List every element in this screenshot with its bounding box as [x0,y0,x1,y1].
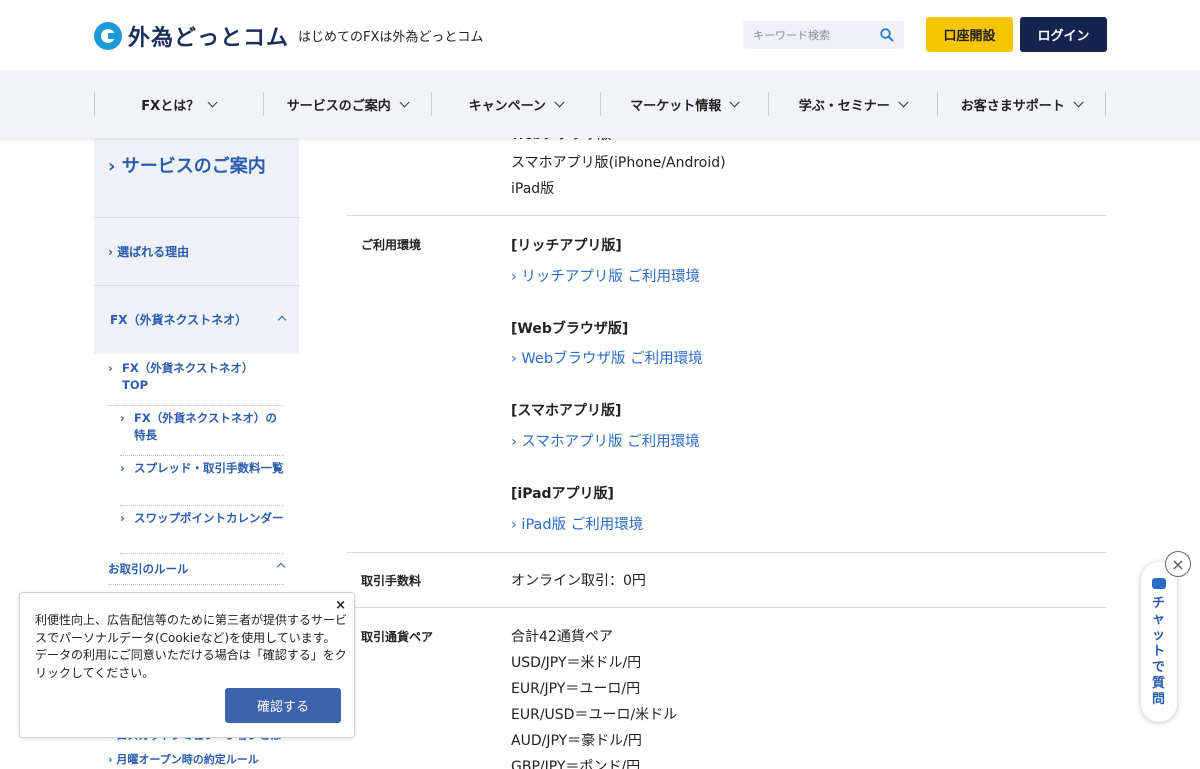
env-link-label: iPad版 ご利用環境 [521,517,644,533]
search-box [743,21,904,49]
nav-item-label: 学ぶ・セミナー [798,98,890,114]
chevron-right-icon: › [120,461,125,475]
nav-item-learn[interactable]: 学ぶ・セミナー [768,92,937,116]
sidebar-subitem-label: お取引のルール [108,562,189,576]
sidebar-subitem-label: FX（外貨ネクストネオ）TOP [122,361,254,392]
search-input[interactable] [743,21,873,49]
chat-widget[interactable]: チャットで質問 [1141,562,1177,722]
pair-item: AUD/JPY＝豪ドル/円 [511,733,642,749]
cookie-consent-dialog: × 利便性向上、広告配信等のために第三者が提供するサービスでパーソナルデータ(C… [19,592,355,738]
row-divider [347,215,1106,216]
nav-item-market[interactable]: マーケット情報 [599,92,769,116]
env-heading: [Webブラウザ版] [511,321,629,337]
fee-value: オンライン取引：0円 [511,573,646,589]
pair-item: 合計42通貨ペア [511,629,613,645]
env-link-ipad[interactable]: › iPad版 ご利用環境 [511,513,643,534]
nav-item-campaign[interactable]: キャンペーン [431,92,600,116]
chat-label: チャットで質問 [1152,596,1166,707]
sidebar-subitem-swap[interactable]: › スワップポイントカレンダー [120,510,284,554]
chevron-right-icon: › [511,517,517,533]
chevron-right-icon: › [108,245,113,259]
chevron-right-icon: › [108,156,116,177]
chat-bubble-icon [1152,578,1166,589]
nav-item-fx[interactable]: FXとは？ [94,92,263,116]
platform-item: iPad版 [511,181,555,197]
row-divider [347,607,1106,608]
sidebar-subitem-features[interactable]: › FX（外貨ネクストネオ）の特長 [120,410,284,456]
site-tagline: はじめてのFXは外為どっとコム [298,30,484,45]
nav-item-label: FXとは？ [141,98,200,114]
env-link-rich-app[interactable]: › リッチアプリ版 ご利用環境 [511,265,700,286]
pair-item: GBP/JPY＝ポンド/円 [511,759,641,769]
chevron-right-icon: › [511,434,517,450]
login-button[interactable]: ログイン [1020,17,1107,52]
chevron-right-icon: › [108,361,113,375]
sidebar-subitem-rules[interactable]: お取引のルール [108,561,286,585]
global-nav: FXとは？ サービスのご案内 キャンペーン マーケット情報 学ぶ・セミナー お客… [0,70,1200,138]
sidebar-item-fx[interactable]: FX（外貨ネクストネオ） [94,286,299,354]
nav-item-label: キャンペーン [468,98,546,114]
pair-item: EUR/USD＝ユーロ/米ドル [511,707,678,723]
chevron-right-icon: › [511,269,517,285]
close-icon[interactable]: × [1165,551,1191,577]
chevron-down-icon [554,97,565,107]
sidebar-title: サービスのご案内 [121,156,266,177]
nav-item-services[interactable]: サービスのご案内 [262,92,432,116]
row-divider [347,552,1106,553]
sidebar-subitem-monday[interactable]: › 月曜オープン時の約定ルール [108,751,259,767]
sidebar-subitem-label: FX（外貨ネクストネオ）の特長 [134,411,277,442]
env-heading: [スマホアプリ版] [511,403,622,419]
sidebar-item-label: FX（外貨ネクストネオ） [110,313,248,327]
chevron-right-icon: › [120,511,125,525]
nav-item-label: お客さまサポート [960,98,1065,114]
env-link-label: リッチアプリ版 ご利用環境 [521,269,701,285]
open-account-button[interactable]: 口座開設 [926,17,1013,52]
chevron-up-icon [277,315,287,325]
sidebar-item-reason[interactable]: › 選ばれる理由 [94,218,299,286]
nav-item-label: サービスのご案内 [286,98,391,114]
env-label: ご利用環境 [361,238,422,252]
chevron-down-icon [207,97,218,107]
chevron-down-icon [729,97,740,107]
env-link-web-browser[interactable]: › Webブラウザ版 ご利用環境 [511,347,703,368]
sidebar-subitem-label: スワップポイントカレンダー [134,511,284,525]
pair-item: EUR/JPY＝ユーロ/円 [511,681,641,697]
chevron-right-icon: › [511,351,517,367]
sidebar-subitem-spread[interactable]: › スプレッド・取引手数料一覧 [120,460,284,506]
logo-text: 外為どっとコム [128,26,290,51]
platform-item: スマホアプリ版(iPhone/Android) [511,155,726,171]
chevron-down-icon [399,97,410,107]
chevron-up-icon [276,562,286,572]
sidebar-item-label: 選ばれる理由 [117,245,190,259]
fee-label: 取引手数料 [361,574,422,588]
pair-item: USD/JPY＝米ドル/円 [511,655,642,671]
sidebar-header[interactable]: › サービスのご案内 [94,138,299,218]
cookie-message: 利便性向上、広告配信等のために第三者が提供するサービスでパーソナルデータ(Coo… [35,613,348,680]
close-icon[interactable]: × [335,598,346,613]
chevron-down-icon [1073,97,1084,107]
sidebar-subitem-fx-top[interactable]: › FX（外貨ネクストネオ）TOP [108,360,284,406]
chevron-down-icon [898,97,909,107]
env-link-label: Webブラウザ版 ご利用環境 [521,351,703,367]
sidebar-subitem-label: 月曜オープン時の約定ルール [116,753,259,766]
site-logo[interactable]: 外為どっとコム [94,20,289,52]
chevron-right-icon: › [108,753,113,766]
env-heading: [リッチアプリ版] [511,238,622,254]
cookie-confirm-button[interactable]: 確認する [225,688,341,723]
search-icon[interactable] [880,28,894,42]
nav-item-label: マーケット情報 [630,98,722,114]
chevron-right-icon: › [120,411,125,425]
pairs-label: 取引通貨ペア [361,630,434,644]
sidebar-subitem-label: スプレッド・取引手数料一覧 [134,461,284,475]
site-header: 外為どっとコム はじめてのFXは外為どっとコム 口座開設 ログイン [0,0,1200,70]
logo-mark-icon [94,22,122,50]
env-link-smartphone[interactable]: › スマホアプリ版 ご利用環境 [511,430,700,451]
env-link-label: スマホアプリ版 ご利用環境 [521,434,700,450]
env-heading: [iPadアプリ版] [511,486,614,502]
nav-item-support[interactable]: お客さまサポート [936,92,1106,116]
